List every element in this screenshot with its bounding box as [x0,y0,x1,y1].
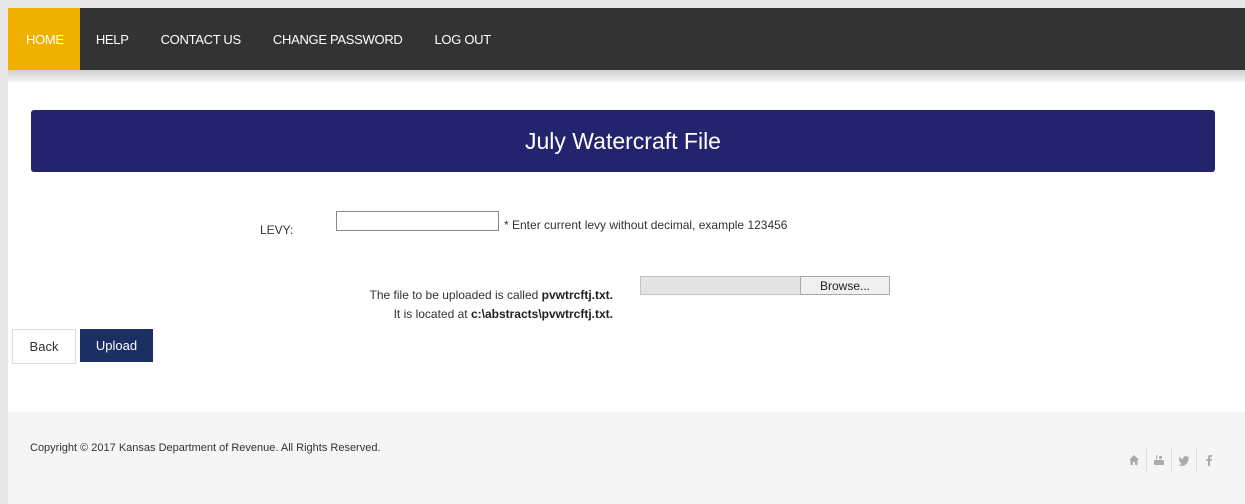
browse-button[interactable]: Browse... [800,276,890,295]
file-path-prefix: It is located at [393,307,471,321]
file-path: c:\abstracts\pvwtrcftj.txt. [470,307,613,321]
facebook-icon[interactable] [1196,448,1221,472]
top-nav: HOME HELP CONTACT US CHANGE PASSWORD LOG… [8,8,1245,70]
nav-help[interactable]: HELP [80,8,145,70]
nav-home[interactable]: HOME [8,8,80,70]
page: HOME HELP CONTACT US CHANGE PASSWORD LOG… [8,8,1245,504]
home-icon[interactable] [1122,448,1146,472]
levy-hint: * Enter current levy without decimal, ex… [504,218,788,232]
page-title: July Watercraft File [525,127,721,154]
upload-button[interactable]: Upload [80,329,153,362]
social-links [1122,448,1221,472]
file-path-line: It is located at c:\abstracts\pvwtrcftj.… [370,305,613,324]
file-name: pvwtrcftj.txt. [541,288,613,302]
copyright-text: Copyright © 2017 Kansas Department of Re… [30,442,381,454]
levy-label: LEVY: [260,223,294,237]
nav-contact-us[interactable]: CONTACT US [145,8,257,70]
file-name-line: The file to be uploaded is called pvwtrc… [370,286,613,305]
levy-input[interactable] [336,211,499,231]
nav-change-password[interactable]: CHANGE PASSWORD [257,8,419,70]
nav-log-out[interactable]: LOG OUT [419,8,507,70]
page-title-bar: July Watercraft File [31,110,1215,172]
footer: Copyright © 2017 Kansas Department of Re… [8,412,1245,504]
back-button[interactable]: Back [12,329,76,364]
youtube-icon[interactable] [1146,448,1171,472]
file-name-prefix: The file to be uploaded is called [369,288,542,302]
nav-shadow [8,70,1245,82]
twitter-icon[interactable] [1171,448,1196,472]
file-info: The file to be uploaded is called pvwtrc… [370,286,613,324]
